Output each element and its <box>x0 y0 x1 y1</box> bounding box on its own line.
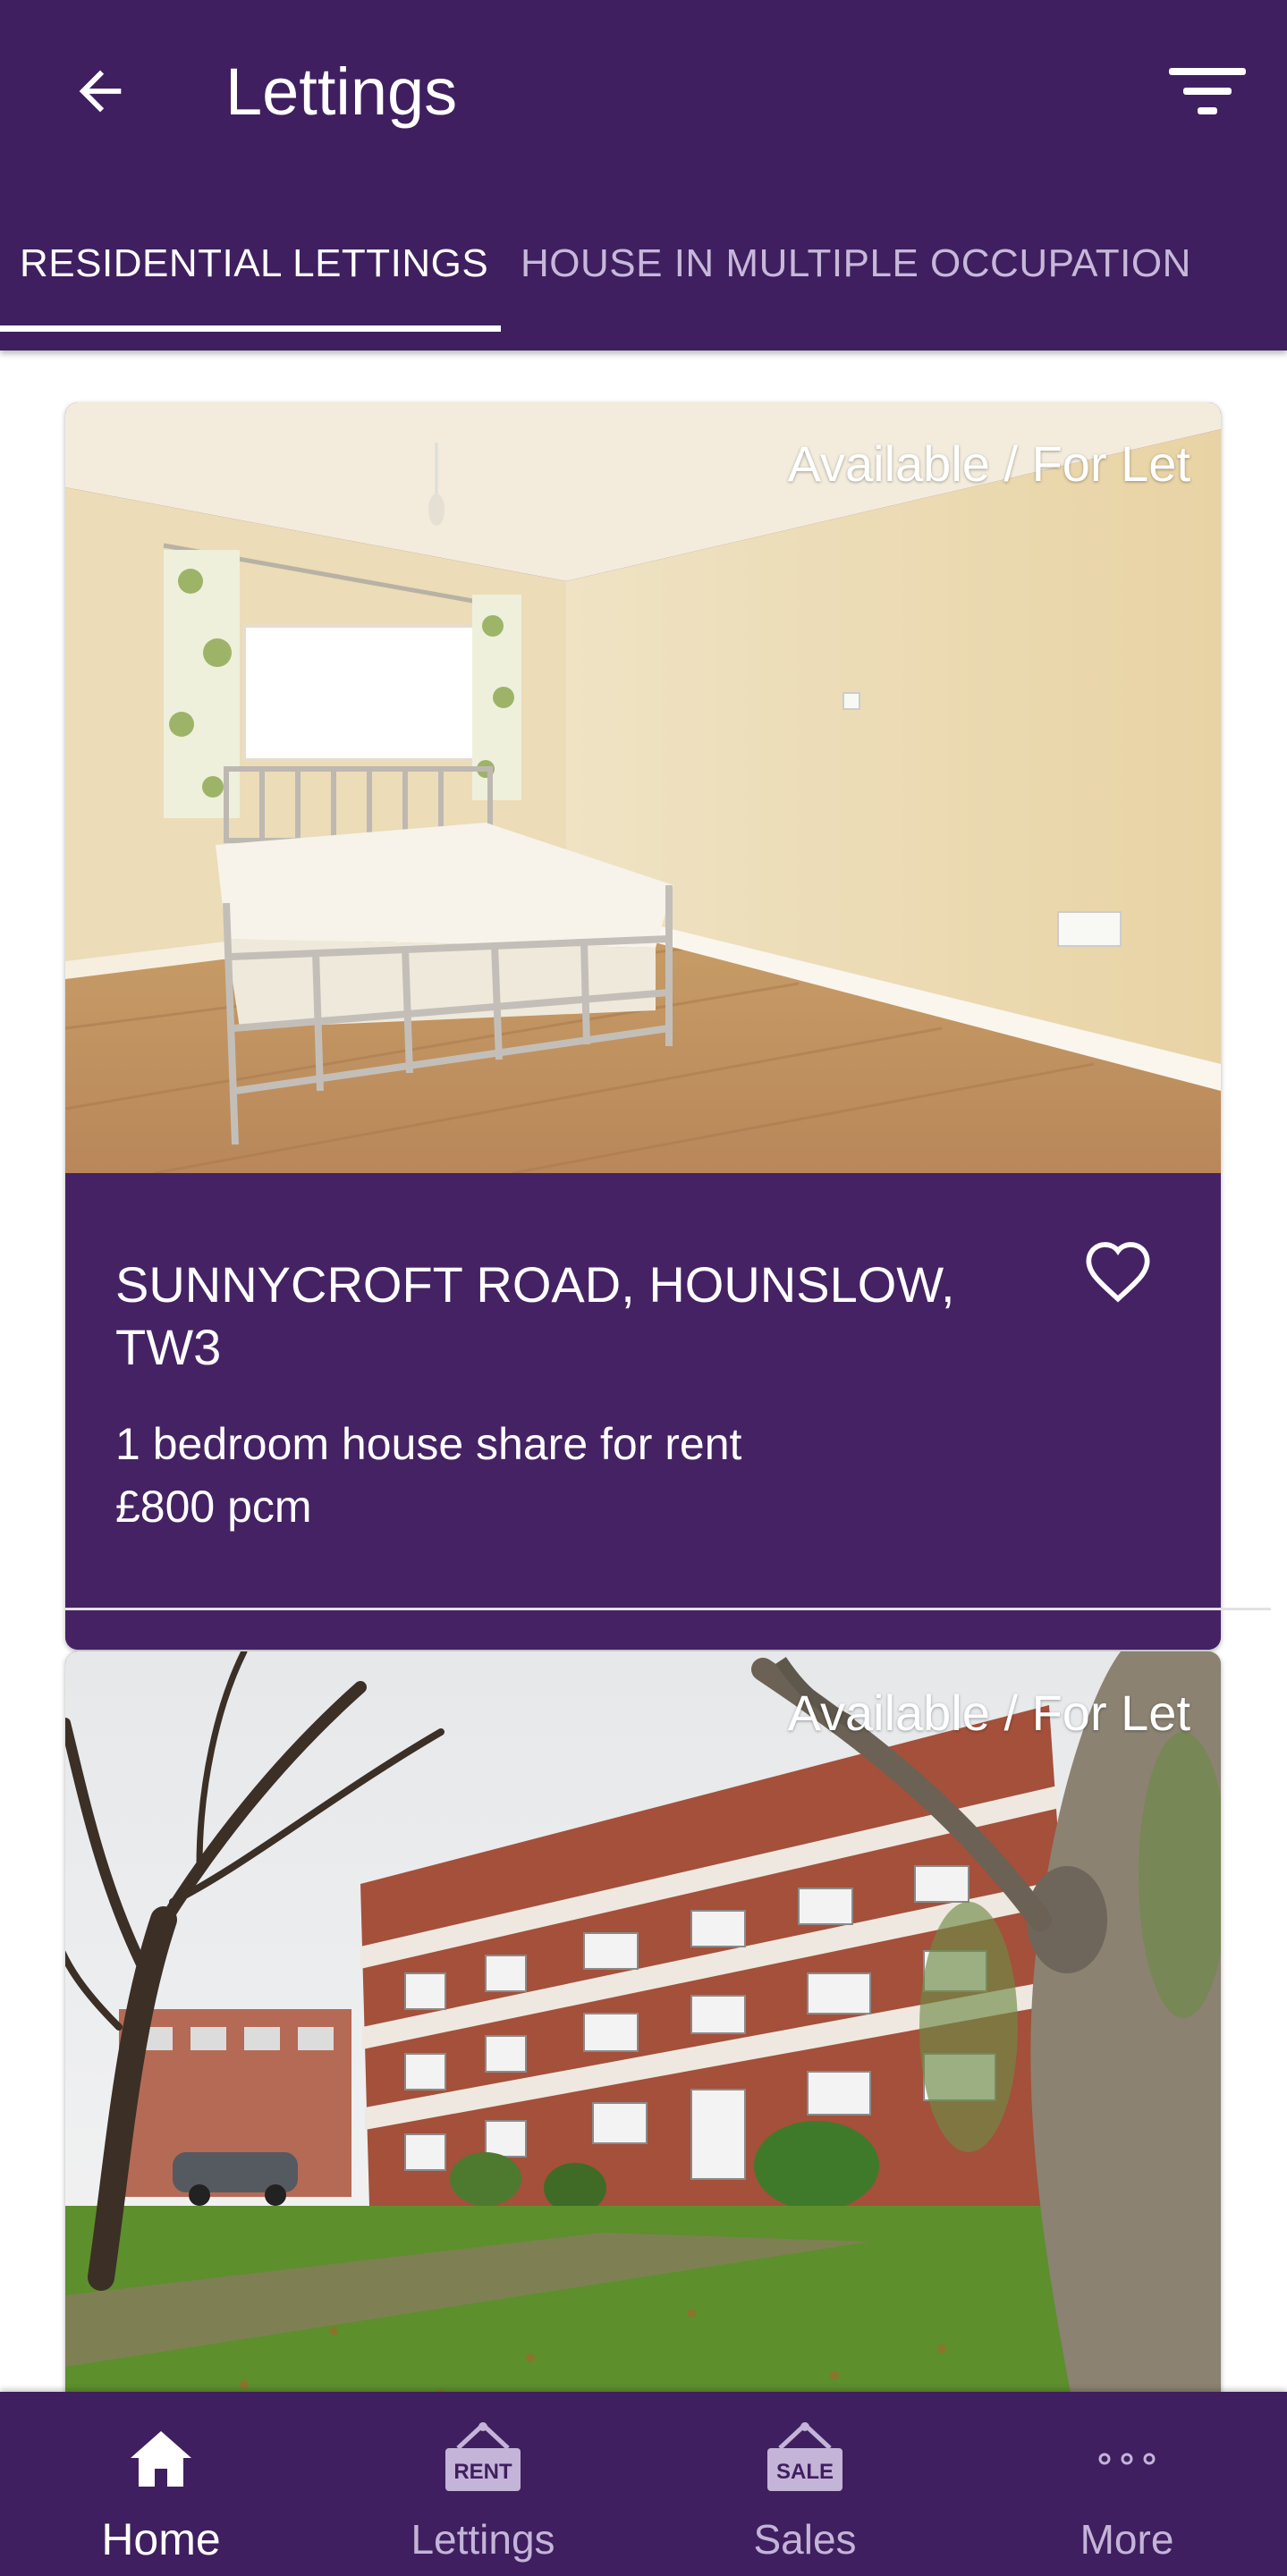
listing-photo-building: Available / For Let <box>65 1651 1221 2392</box>
back-button[interactable] <box>63 54 138 129</box>
nav-sales[interactable]: SALE Sales <box>644 2392 966 2576</box>
listing-address: SUNNYCROFT ROAD, HOUNSLOW, TW3 <box>115 1256 955 1375</box>
home-icon <box>131 2431 191 2487</box>
svg-text:RENT: RENT <box>453 2460 512 2484</box>
tab-indicator <box>0 325 501 332</box>
favorite-button[interactable] <box>1078 1230 1158 1311</box>
nav-lettings[interactable]: RENT Lettings <box>322 2392 644 2576</box>
nav-lettings-label: Lettings <box>411 2516 555 2563</box>
bottom-navigation: Home RENT Lettings SALE Sales More <box>0 2392 1287 2576</box>
more-dots-icon <box>1098 2453 1156 2465</box>
sale-sign-icon: SALE <box>767 2422 842 2491</box>
list-divider <box>65 1608 1271 1610</box>
nav-sales-label: Sales <box>753 2516 857 2563</box>
arrow-left-icon <box>79 70 122 113</box>
nav-more-label: More <box>1080 2516 1174 2563</box>
filter-icon <box>1169 68 1246 114</box>
listing-price: £800 pcm <box>115 1482 312 1532</box>
tab-house-in-multiple-occupation[interactable]: HOUSE IN MULTIPLE OCCUPATION <box>521 228 1191 300</box>
listing-description: 1 bedroom house share for rent <box>115 1419 742 1469</box>
svg-text:SALE: SALE <box>776 2460 834 2484</box>
tab-residential-lettings[interactable]: RESIDENTIAL LETTINGS <box>20 228 488 300</box>
listing-list[interactable]: Available / For Let SUNNYCROFT ROAD, HOU… <box>0 351 1287 2392</box>
listing-card[interactable]: Available / For Let <box>65 1651 1221 2392</box>
rent-sign-icon: RENT <box>445 2422 521 2491</box>
listing-status: Available / For Let <box>787 1685 1190 1741</box>
nav-home-label: Home <box>101 2514 221 2564</box>
nav-more[interactable]: More <box>966 2392 1287 2576</box>
filter-button[interactable] <box>1163 54 1252 129</box>
listing-photo-bedroom: Available / For Let <box>65 402 1221 1173</box>
app-bar: Lettings RESIDENTIAL LETTINGS HOUSE IN M… <box>0 0 1287 351</box>
listing-info: SUNNYCROFT ROAD, HOUNSLOW, TW3 1 bedroom… <box>65 1173 1221 1650</box>
heart-outline-icon <box>1086 1242 1150 1303</box>
listing-card[interactable]: Available / For Let SUNNYCROFT ROAD, HOU… <box>65 402 1221 1650</box>
page-title: Lettings <box>225 55 458 129</box>
listing-status: Available / For Let <box>787 435 1190 492</box>
nav-home[interactable]: Home <box>0 2392 322 2576</box>
